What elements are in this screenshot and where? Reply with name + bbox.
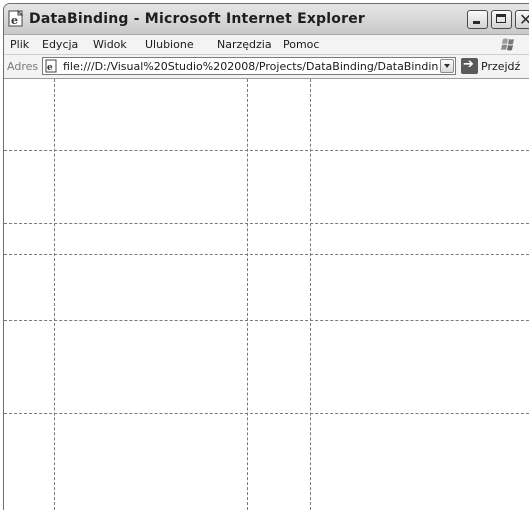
maximize-button[interactable]: [491, 10, 512, 29]
table-row-divider: [4, 320, 529, 321]
table-column-divider: [247, 79, 248, 510]
svg-text:e: e: [11, 14, 18, 27]
svg-text:e: e: [47, 63, 53, 73]
table-row-divider: [4, 254, 529, 255]
menu-pomoc[interactable]: Pomoc: [283, 38, 319, 51]
menu-bar: Plik Edycja Widok Ulubione Narzędzia Pom…: [4, 35, 529, 55]
go-arrow-icon[interactable]: [461, 57, 478, 74]
menu-narzedzia[interactable]: Narzędzia: [217, 38, 272, 51]
table-row-divider: [4, 223, 529, 224]
page-content: [4, 79, 529, 510]
page-icon: e: [45, 59, 57, 73]
table-column-divider: [54, 79, 55, 510]
window-title: DataBinding - Microsoft Internet Explore…: [29, 11, 366, 27]
menu-ulubione[interactable]: Ulubione: [145, 38, 194, 51]
minimize-button[interactable]: [467, 10, 488, 29]
go-button[interactable]: Przejdź: [481, 60, 520, 73]
table-row-divider: [4, 413, 529, 414]
menu-plik[interactable]: Plik: [10, 38, 29, 51]
windows-logo-icon: [501, 38, 514, 51]
close-icon: ✕: [519, 10, 529, 29]
address-url[interactable]: file:///D:/Visual%20Studio%202008/Projec…: [63, 60, 438, 73]
internet-explorer-icon: e: [8, 10, 24, 27]
address-label: Adres: [7, 60, 39, 73]
browser-window: e DataBinding - Microsoft Internet Explo…: [3, 3, 529, 510]
address-dropdown-button[interactable]: [440, 59, 454, 73]
close-button[interactable]: ✕: [515, 10, 529, 29]
menu-edycja[interactable]: Edycja: [42, 38, 78, 51]
table-column-divider: [310, 79, 311, 510]
title-bar[interactable]: e DataBinding - Microsoft Internet Explo…: [4, 4, 529, 35]
menu-widok[interactable]: Widok: [93, 38, 127, 51]
address-input[interactable]: e file:///D:/Visual%20Studio%202008/Proj…: [42, 57, 456, 75]
address-bar: Adres e file:///D:/Visual%20Studio%20200…: [4, 55, 529, 79]
table-row-divider: [4, 150, 529, 151]
